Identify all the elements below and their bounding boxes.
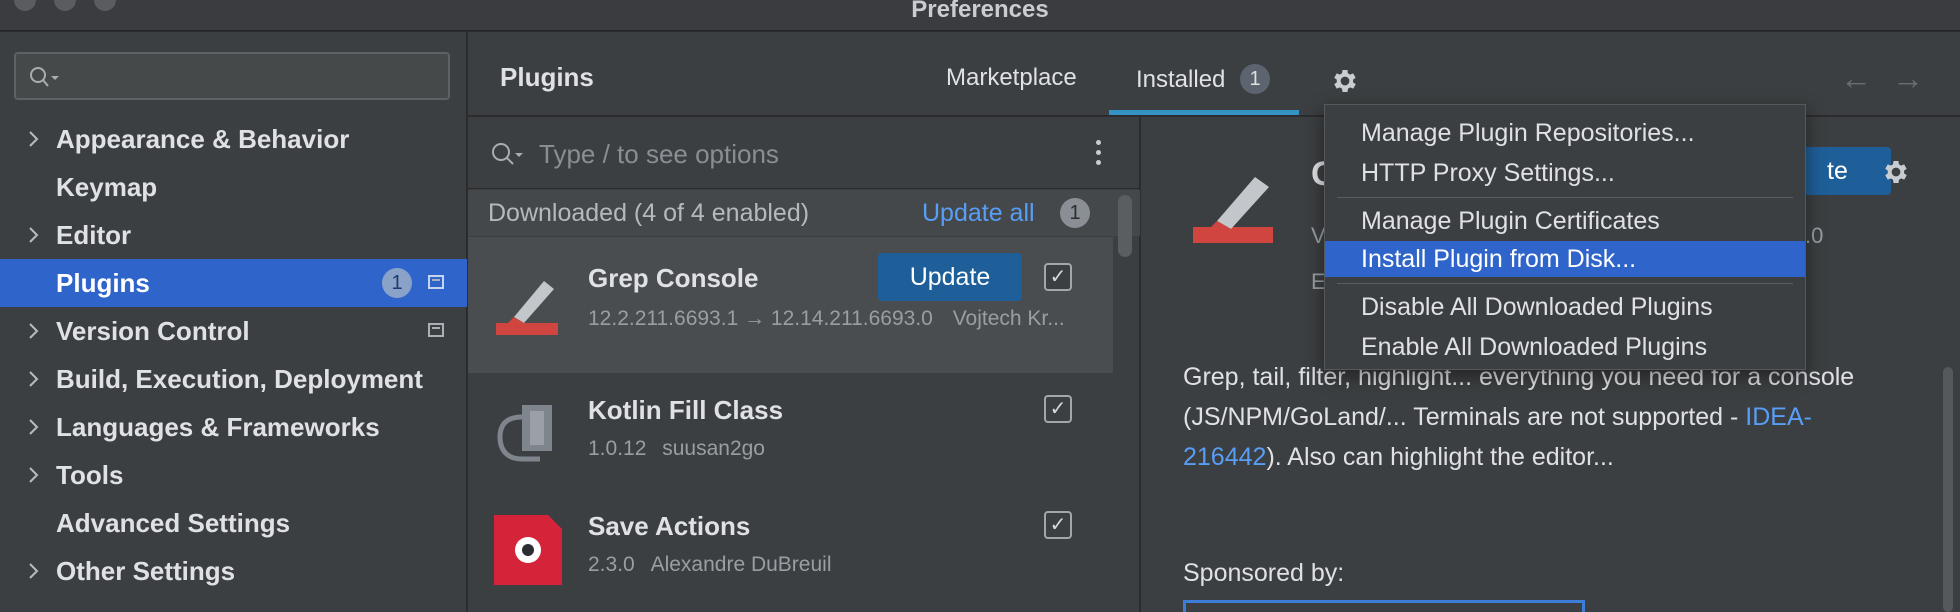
gear-icon[interactable]: [1881, 157, 1911, 187]
sidebar-item-label: Other Settings: [56, 556, 236, 586]
chevron-right-icon: [29, 419, 39, 435]
menu-item-enable-all-downloaded[interactable]: Enable All Downloaded Plugins: [1325, 329, 1805, 365]
search-placeholder: Type / to see options: [539, 139, 779, 169]
plugin-list-scrollbar[interactable]: [1118, 195, 1132, 257]
active-tab-indicator: [1109, 110, 1299, 115]
update-all-link[interactable]: Update all: [922, 199, 1035, 228]
project-settings-icon: [428, 323, 444, 337]
chevron-right-icon: [29, 131, 39, 147]
sidebar-item-label: Build, Execution, Deployment: [56, 364, 423, 394]
settings-sidebar: Appearance & Behavior Keymap Editor Plug…: [0, 32, 467, 612]
search-icon: [30, 67, 59, 87]
plugin-enabled-checkbox[interactable]: ✓: [1044, 511, 1072, 539]
sidebar-item-plugins[interactable]: Plugins 1: [0, 259, 467, 307]
plugin-row-grep-console[interactable]: Grep Console Update ✓ 12.2.211.6693.1 → …: [468, 237, 1113, 373]
sidebar-item-tools[interactable]: Tools: [0, 451, 467, 499]
chevron-right-icon: [29, 371, 39, 387]
grep-console-icon: [496, 281, 558, 335]
menu-separator: [1337, 197, 1793, 198]
downloaded-group-header: Downloaded (4 of 4 enabled) Update all 1: [468, 190, 1140, 236]
sidebar-item-label: Keymap: [56, 172, 158, 202]
plugin-meta: 2.3.0 Alexandre DuBreuil: [588, 553, 832, 577]
arrow-left-icon[interactable]: ←: [1840, 60, 1872, 97]
sidebar-item-keymap[interactable]: Keymap: [0, 163, 467, 211]
tab-installed[interactable]: Installed 1: [1136, 64, 1271, 94]
plugin-version: 1.0.12: [588, 437, 647, 460]
chevron-right-icon: [29, 563, 39, 579]
menu-item-manage-certificates[interactable]: Manage Plugin Certificates: [1325, 203, 1805, 239]
plugin-version: 12.2.211.6693.1 → 12.14.211.6693.0: [588, 307, 933, 330]
sidebar-item-label: Advanced Settings: [56, 508, 291, 538]
plugin-list-panel: Type / to see options Downloaded (4 of 4…: [468, 117, 1140, 612]
sidebar-item-build-execution-deployment[interactable]: Build, Execution, Deployment: [0, 355, 467, 403]
detail-version-tail: .0: [1805, 223, 1824, 248]
window-title: Preferences: [911, 0, 1049, 23]
plugin-search-field[interactable]: Type / to see options: [468, 117, 1140, 189]
plugin-description: Grep, tail, filter, highlight... everyth…: [1183, 357, 1883, 477]
sidebar-item-label: Languages & Frameworks: [56, 412, 380, 442]
chevron-right-icon: [29, 227, 39, 243]
grep-console-icon: [1193, 177, 1273, 243]
arrow-right-icon[interactable]: →: [1892, 60, 1924, 97]
plugin-author: Vojtech Kr...: [952, 307, 1065, 330]
menu-item-manage-repositories[interactable]: Manage Plugin Repositories...: [1325, 115, 1805, 151]
menu-separator: [1337, 283, 1793, 284]
plug-icon: [497, 405, 552, 462]
sidebar-item-label: Appearance & Behavior: [56, 124, 350, 154]
project-settings-icon: [428, 275, 444, 289]
detail-update-label: te: [1827, 157, 1848, 185]
plugin-author: Alexandre DuBreuil: [650, 553, 832, 576]
sidebar-item-label: Version Control: [56, 316, 250, 346]
plugins-update-badge: 1: [382, 268, 412, 298]
sidebar-item-other-settings[interactable]: Other Settings: [0, 547, 467, 595]
detail-scrollbar[interactable]: [1943, 367, 1953, 612]
chevron-right-icon: [29, 323, 39, 339]
sidebar-item-languages-frameworks[interactable]: Languages & Frameworks: [0, 403, 467, 451]
plugin-row-kotlin-fill-class[interactable]: Kotlin Fill Class ✓ 1.0.12 suusan2go: [468, 373, 1113, 493]
sidebar-item-label: Editor: [56, 220, 132, 250]
installed-update-badge: 1: [1240, 64, 1271, 94]
sidebar-item-advanced-settings[interactable]: Advanced Settings: [0, 499, 467, 547]
save-actions-icon: [494, 515, 562, 585]
plugin-name: Save Actions: [588, 511, 751, 541]
plugin-name: Grep Console: [588, 263, 759, 293]
menu-item-install-from-disk[interactable]: Install Plugin from Disk...: [1325, 241, 1805, 277]
more-options-icon[interactable]: [1096, 140, 1102, 170]
sidebar-item-label: Plugins: [56, 268, 150, 298]
plugin-enabled-checkbox[interactable]: ✓: [1044, 263, 1072, 291]
description-text-tail: ). Also can highlight the editor...: [1266, 443, 1614, 471]
search-icon: [492, 143, 523, 165]
plugin-version: 2.3.0: [588, 553, 635, 576]
sponsor-banner[interactable]: [1183, 600, 1585, 612]
update-all-badge: 1: [1060, 198, 1090, 228]
group-label: Downloaded (4 of 4 enabled): [488, 199, 810, 227]
tab-label: Installed: [1136, 66, 1226, 93]
plugin-meta: 12.2.211.6693.1 → 12.14.211.6693.0 Vojte…: [588, 307, 1065, 331]
sidebar-item-editor[interactable]: Editor: [0, 211, 467, 259]
plugin-settings-menu: Manage Plugin Repositories... HTTP Proxy…: [1324, 104, 1806, 370]
sponsored-label: Sponsored by:: [1183, 559, 1345, 587]
settings-search-input[interactable]: [14, 52, 450, 100]
tab-marketplace[interactable]: Marketplace: [946, 64, 1077, 92]
page-title: Plugins: [500, 62, 594, 92]
plugin-name: Kotlin Fill Class: [588, 395, 784, 425]
chevron-right-icon: [29, 467, 39, 483]
plugin-enabled-checkbox[interactable]: ✓: [1044, 395, 1072, 423]
plugin-row-save-actions[interactable]: Save Actions ✓ 2.3.0 Alexandre DuBreuil: [468, 493, 1113, 612]
sidebar-item-label: Tools: [56, 460, 124, 490]
menu-item-disable-all-downloaded[interactable]: Disable All Downloaded Plugins: [1325, 289, 1805, 325]
sidebar-item-version-control[interactable]: Version Control: [0, 307, 467, 355]
plugin-author: suusan2go: [662, 437, 765, 460]
sidebar-item-appearance-behavior[interactable]: Appearance & Behavior: [0, 115, 467, 163]
update-button[interactable]: Update: [878, 253, 1022, 301]
gear-icon[interactable]: [1330, 66, 1360, 96]
menu-item-http-proxy-settings[interactable]: HTTP Proxy Settings...: [1325, 155, 1805, 191]
title-bar: Preferences: [0, 0, 1960, 31]
plugin-meta: 1.0.12 suusan2go: [588, 437, 765, 461]
